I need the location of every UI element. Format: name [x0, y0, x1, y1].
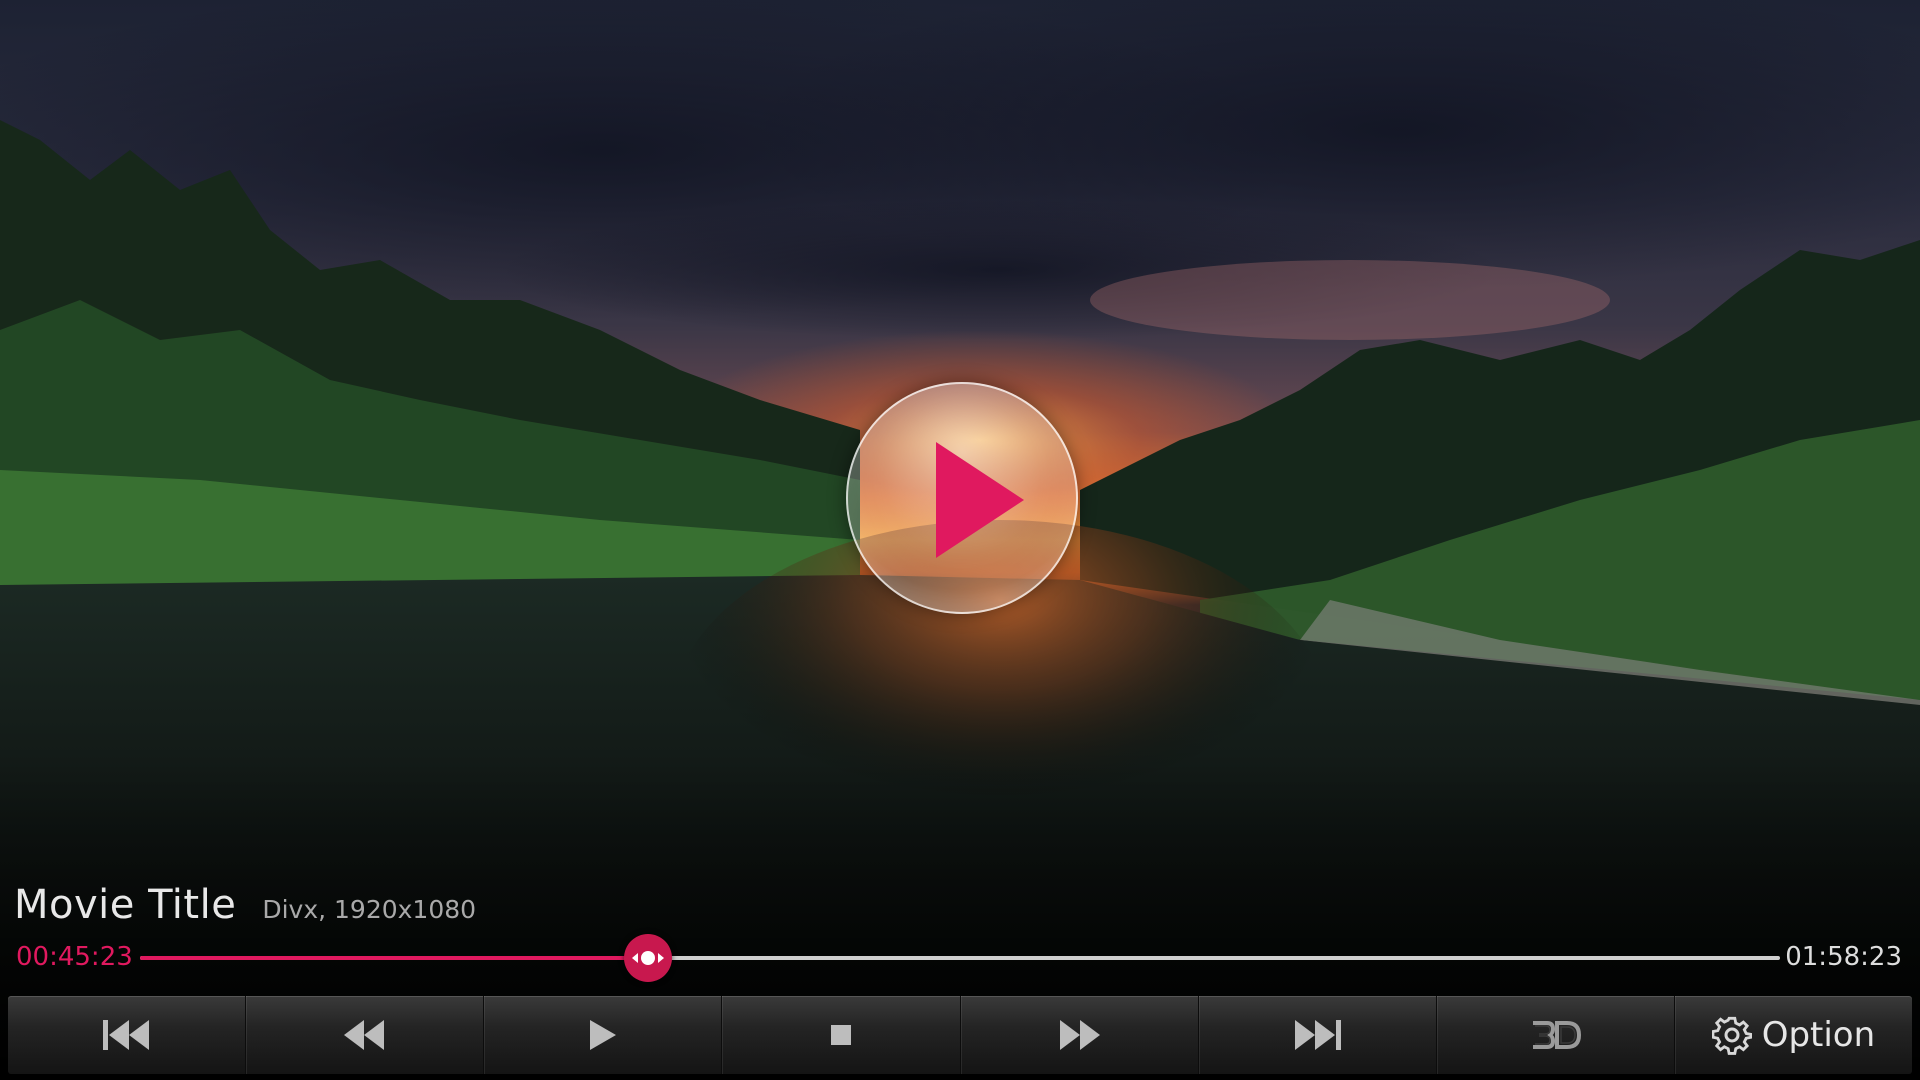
seek-left-arrow-icon: [632, 953, 639, 963]
option-button[interactable]: Option: [1675, 996, 1912, 1074]
skip-next-button[interactable]: [1199, 996, 1437, 1074]
gear-icon: [1711, 1016, 1752, 1055]
skip-previous-button[interactable]: [8, 996, 247, 1074]
seek-handle-dot: [641, 951, 656, 965]
stop-icon: [830, 1025, 851, 1045]
seek-bar[interactable]: [140, 934, 1780, 982]
stop-button[interactable]: [722, 996, 961, 1074]
skip-next-icon: [1295, 1020, 1342, 1050]
3d-icon: [1533, 1021, 1582, 1049]
skip-previous-icon: [102, 1020, 149, 1050]
media-info: Movie Title Divx, 1920x1080: [14, 882, 476, 934]
control-bar: Option: [8, 996, 1912, 1074]
current-time: 00:45:23: [16, 942, 133, 972]
big-play-button[interactable]: [846, 382, 1078, 614]
fast-forward-button[interactable]: [961, 996, 1199, 1074]
progress-row: 00:45:23 01:58:23: [0, 934, 1920, 982]
play-icon: [589, 1020, 616, 1050]
movie-title: Movie Title: [14, 882, 237, 928]
rewind-icon: [343, 1020, 384, 1050]
movie-meta: Divx, 1920x1080: [262, 895, 477, 924]
seek-handle[interactable]: [624, 934, 673, 982]
seek-right-arrow-icon: [658, 953, 665, 963]
seek-bar-progress: [140, 956, 649, 960]
total-time: 01:58:23: [1785, 942, 1902, 972]
play-overlay-icon: [936, 442, 1024, 558]
3d-button[interactable]: [1437, 996, 1675, 1074]
play-button[interactable]: [484, 996, 723, 1074]
option-label: Option: [1761, 1015, 1876, 1055]
rewind-button[interactable]: [246, 996, 485, 1074]
fast-forward-icon: [1060, 1020, 1101, 1050]
